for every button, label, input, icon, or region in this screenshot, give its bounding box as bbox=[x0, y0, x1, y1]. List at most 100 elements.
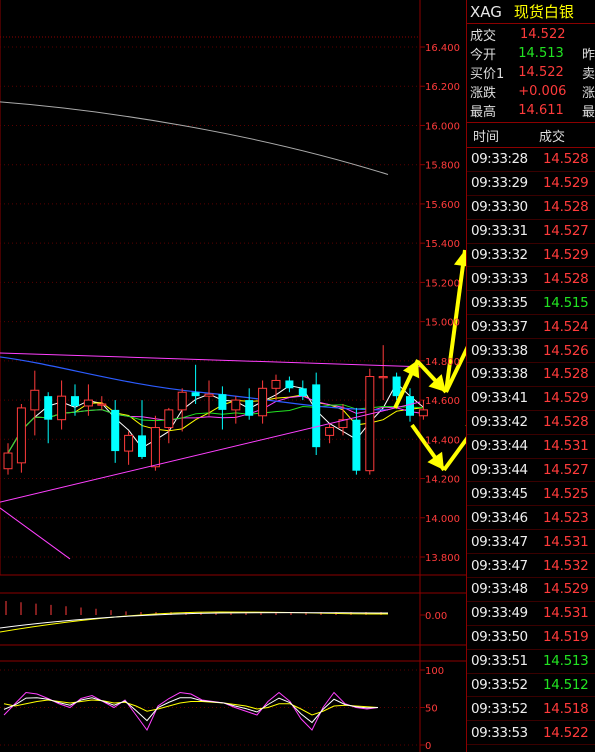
trend-line-falling bbox=[0, 507, 71, 560]
quote-label: 涨跌 bbox=[470, 86, 497, 101]
trend-line-upper bbox=[0, 352, 421, 368]
trade-row: 09:33:38 14.528 bbox=[467, 363, 595, 387]
price-tick-label: 14.400 bbox=[425, 435, 460, 446]
trade-row: 09:33:47 14.532 bbox=[467, 554, 595, 579]
trade-price: 14.528 bbox=[543, 414, 589, 431]
candle-body bbox=[124, 434, 134, 452]
candle-body bbox=[164, 409, 174, 429]
price-tick-label: 15.600 bbox=[425, 200, 460, 211]
trade-row: 09:33:52 14.518 bbox=[467, 697, 595, 722]
trade-price: 14.513 bbox=[543, 653, 589, 670]
candle-body bbox=[111, 409, 120, 452]
candle-body bbox=[378, 376, 388, 379]
trade-time: 09:33:35 bbox=[471, 294, 528, 311]
quote-extra: 昨 bbox=[581, 48, 595, 63]
trade-row: 09:33:45 14.525 bbox=[467, 482, 595, 507]
trade-time: 09:33:47 bbox=[471, 533, 528, 550]
trade-time: 09:33:38 bbox=[471, 342, 528, 359]
trade-time: 09:33:42 bbox=[471, 414, 528, 431]
trade-price: 14.528 bbox=[543, 366, 589, 383]
candle-body bbox=[392, 376, 401, 397]
trade-price: 14.527 bbox=[543, 223, 589, 240]
trade-row: 09:33:29 14.529 bbox=[467, 172, 595, 196]
kline-chart[interactable]: 0.00 100 50 0 16.400 16.200 16.000 15.800 15.6… bbox=[0, 0, 466, 752]
trade-time: 09:33:33 bbox=[471, 270, 528, 287]
quote-value: 14.522 bbox=[520, 27, 566, 42]
price-tick-label: 15.000 bbox=[425, 318, 460, 329]
candle-body bbox=[204, 393, 214, 397]
trade-price: 14.512 bbox=[543, 677, 589, 694]
macd-line bbox=[0, 611, 389, 633]
price-tick-label: 13.800 bbox=[425, 553, 460, 564]
trade-time: 09:33:41 bbox=[471, 390, 528, 407]
quote-label: 成交 bbox=[470, 29, 497, 44]
trade-row: 09:33:32 14.529 bbox=[467, 244, 595, 268]
candle-body bbox=[30, 389, 40, 411]
symbol-header: XAG 现货白银 bbox=[467, 0, 595, 24]
trade-price: 14.518 bbox=[543, 700, 589, 717]
candle-body bbox=[231, 399, 241, 411]
candle-body bbox=[191, 392, 200, 397]
trade-row: 09:33:49 14.531 bbox=[467, 602, 595, 626]
trade-price: 14.531 bbox=[543, 605, 589, 622]
arrow-down-2-head bbox=[427, 451, 444, 470]
quote-row: 涨跌 +0.006 涨 bbox=[470, 82, 595, 101]
trade-row: 09:33:28 14.528 bbox=[467, 148, 595, 172]
trade-row: 09:33:52 14.512 bbox=[467, 674, 595, 698]
kdj-tick-label: 0 bbox=[425, 741, 431, 752]
trade-row: 09:33:51 14.513 bbox=[467, 650, 595, 674]
trade-price: 14.532 bbox=[543, 557, 589, 574]
trades-list[interactable]: 09:33:28 14.528 09:33:29 14.529 09:33:30 14.5… bbox=[467, 148, 595, 746]
candle-body bbox=[312, 384, 321, 448]
macd-panel: 0.00 bbox=[0, 601, 447, 633]
price-tick-label: 15.400 bbox=[425, 239, 460, 250]
trade-price: 14.527 bbox=[543, 462, 589, 479]
price-tick-label: 14.800 bbox=[425, 357, 460, 368]
moving-average-line bbox=[7, 404, 424, 454]
trade-time: 09:33:44 bbox=[471, 462, 528, 479]
kline-chart-svg[interactable]: 0.00 100 50 0 16.400 16.200 16.000 15.800 15.6… bbox=[0, 0, 466, 752]
trade-price: 14.519 bbox=[543, 629, 589, 646]
trade-time: 09:33:53 bbox=[471, 724, 528, 741]
price-tick-label: 14.000 bbox=[425, 514, 460, 525]
trades-header-time: 时间 bbox=[473, 129, 500, 145]
trade-row: 09:33:30 14.528 bbox=[467, 196, 595, 220]
quote-row: 今开 14.513 昨 bbox=[470, 44, 595, 63]
candle-body bbox=[325, 427, 335, 436]
trades-header-price: 成交 bbox=[539, 129, 566, 145]
trade-time: 09:33:49 bbox=[471, 605, 528, 622]
price-tick-label: 14.600 bbox=[425, 396, 460, 407]
symbol-name: 现货白银 bbox=[513, 3, 574, 21]
trade-time: 09:33:50 bbox=[471, 629, 528, 646]
trade-time: 09:33:48 bbox=[471, 581, 528, 598]
trade-time: 09:33:32 bbox=[471, 247, 528, 263]
candle-body bbox=[258, 387, 268, 417]
candle-body bbox=[71, 396, 79, 406]
quote-row: 成交 14.522 bbox=[470, 25, 595, 44]
trade-time: 09:33:47 bbox=[471, 557, 528, 574]
candle-body bbox=[365, 376, 375, 472]
quote-extra: 涨 bbox=[581, 86, 595, 101]
trade-price: 14.531 bbox=[543, 438, 589, 455]
price-tick-label: 16.200 bbox=[425, 82, 460, 93]
macd-axis-label: 0.00 bbox=[425, 611, 447, 622]
trade-row: 09:33:33 14.528 bbox=[467, 267, 595, 292]
arrow-up-2-head bbox=[453, 250, 466, 267]
trade-time: 09:33:30 bbox=[471, 199, 528, 216]
candle-body bbox=[218, 394, 227, 410]
symbol-code: XAG bbox=[470, 2, 502, 21]
trade-time: 09:33:38 bbox=[471, 366, 528, 383]
trade-time: 09:33:37 bbox=[471, 318, 528, 335]
trade-row: 09:33:42 14.528 bbox=[467, 411, 595, 435]
trade-time: 09:33:51 bbox=[471, 653, 528, 670]
trade-time: 09:33:44 bbox=[471, 438, 528, 455]
quote-value: 14.611 bbox=[518, 103, 564, 118]
quote-value: +0.006 bbox=[518, 84, 567, 99]
trade-time: 09:33:28 bbox=[471, 151, 528, 168]
trade-price: 14.529 bbox=[543, 175, 589, 192]
candle-body bbox=[245, 400, 254, 416]
kdj-tick-label: 50 bbox=[425, 704, 438, 715]
trade-price: 14.529 bbox=[543, 390, 589, 407]
candle-body bbox=[352, 419, 361, 471]
quote-row: 买价1 14.522 卖 bbox=[470, 63, 595, 82]
